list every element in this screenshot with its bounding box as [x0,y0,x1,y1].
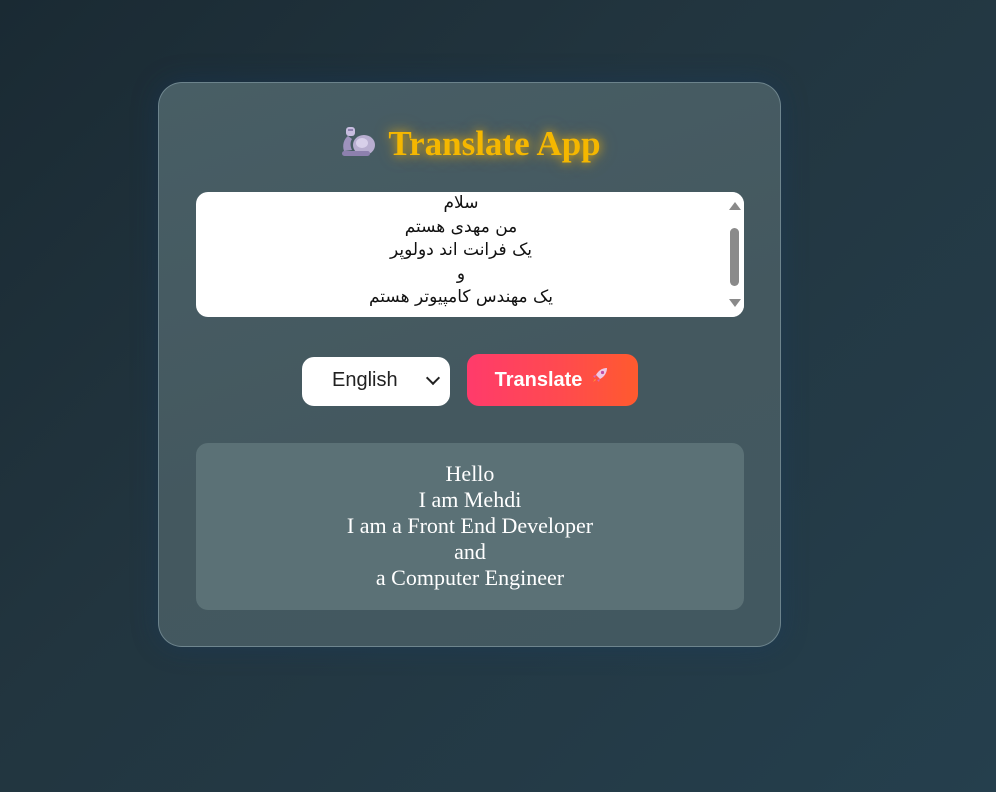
translate-card: Translate App سلام من مهدی هستم یک فرانت ا… [158,82,781,647]
scrollbar-thumb[interactable] [730,228,739,286]
translate-button-label: Translate [494,369,583,391]
header: Translate App [159,123,780,171]
controls-row: English Translate [159,354,780,408]
source-line: و [456,263,466,284]
source-textarea[interactable]: سلام من مهدی هستم یک فرانت اند دولوپر و یک م… [196,192,744,317]
language-select[interactable]: English [302,357,450,406]
translation-result: Hello I am Mehdi I am a Front End Develo… [196,443,744,610]
flexed-arm-icon [338,123,376,164]
translate-button[interactable]: Translate [467,354,638,406]
textarea-scrollbar[interactable] [726,192,744,317]
result-line: and [454,539,486,564]
chevron-down-icon [425,370,441,386]
scroll-up-arrow-icon[interactable] [729,202,741,210]
result-line: Hello [445,461,495,486]
result-line: I am a Front End Developer [346,513,594,538]
source-line: یک مهندس کامپیوتر هستم [368,287,553,307]
result-line: a Computer Engineer [375,565,565,590]
result-text: Hello I am Mehdi I am a Front End Develo… [196,461,744,591]
source-line: من مهدی هستم [404,216,518,237]
app-title: Translate App [388,123,601,163]
source-line: یک فرانت اند دولوپر [389,240,533,260]
rocket-icon [590,353,610,405]
source-line: سلام [443,193,479,213]
result-line: I am Mehdi [418,487,522,512]
source-text[interactable]: سلام من مهدی هستم یک فرانت اند دولوپر و یک م… [196,192,726,317]
scroll-down-arrow-icon[interactable] [729,299,741,307]
language-select-value: English [332,369,398,391]
